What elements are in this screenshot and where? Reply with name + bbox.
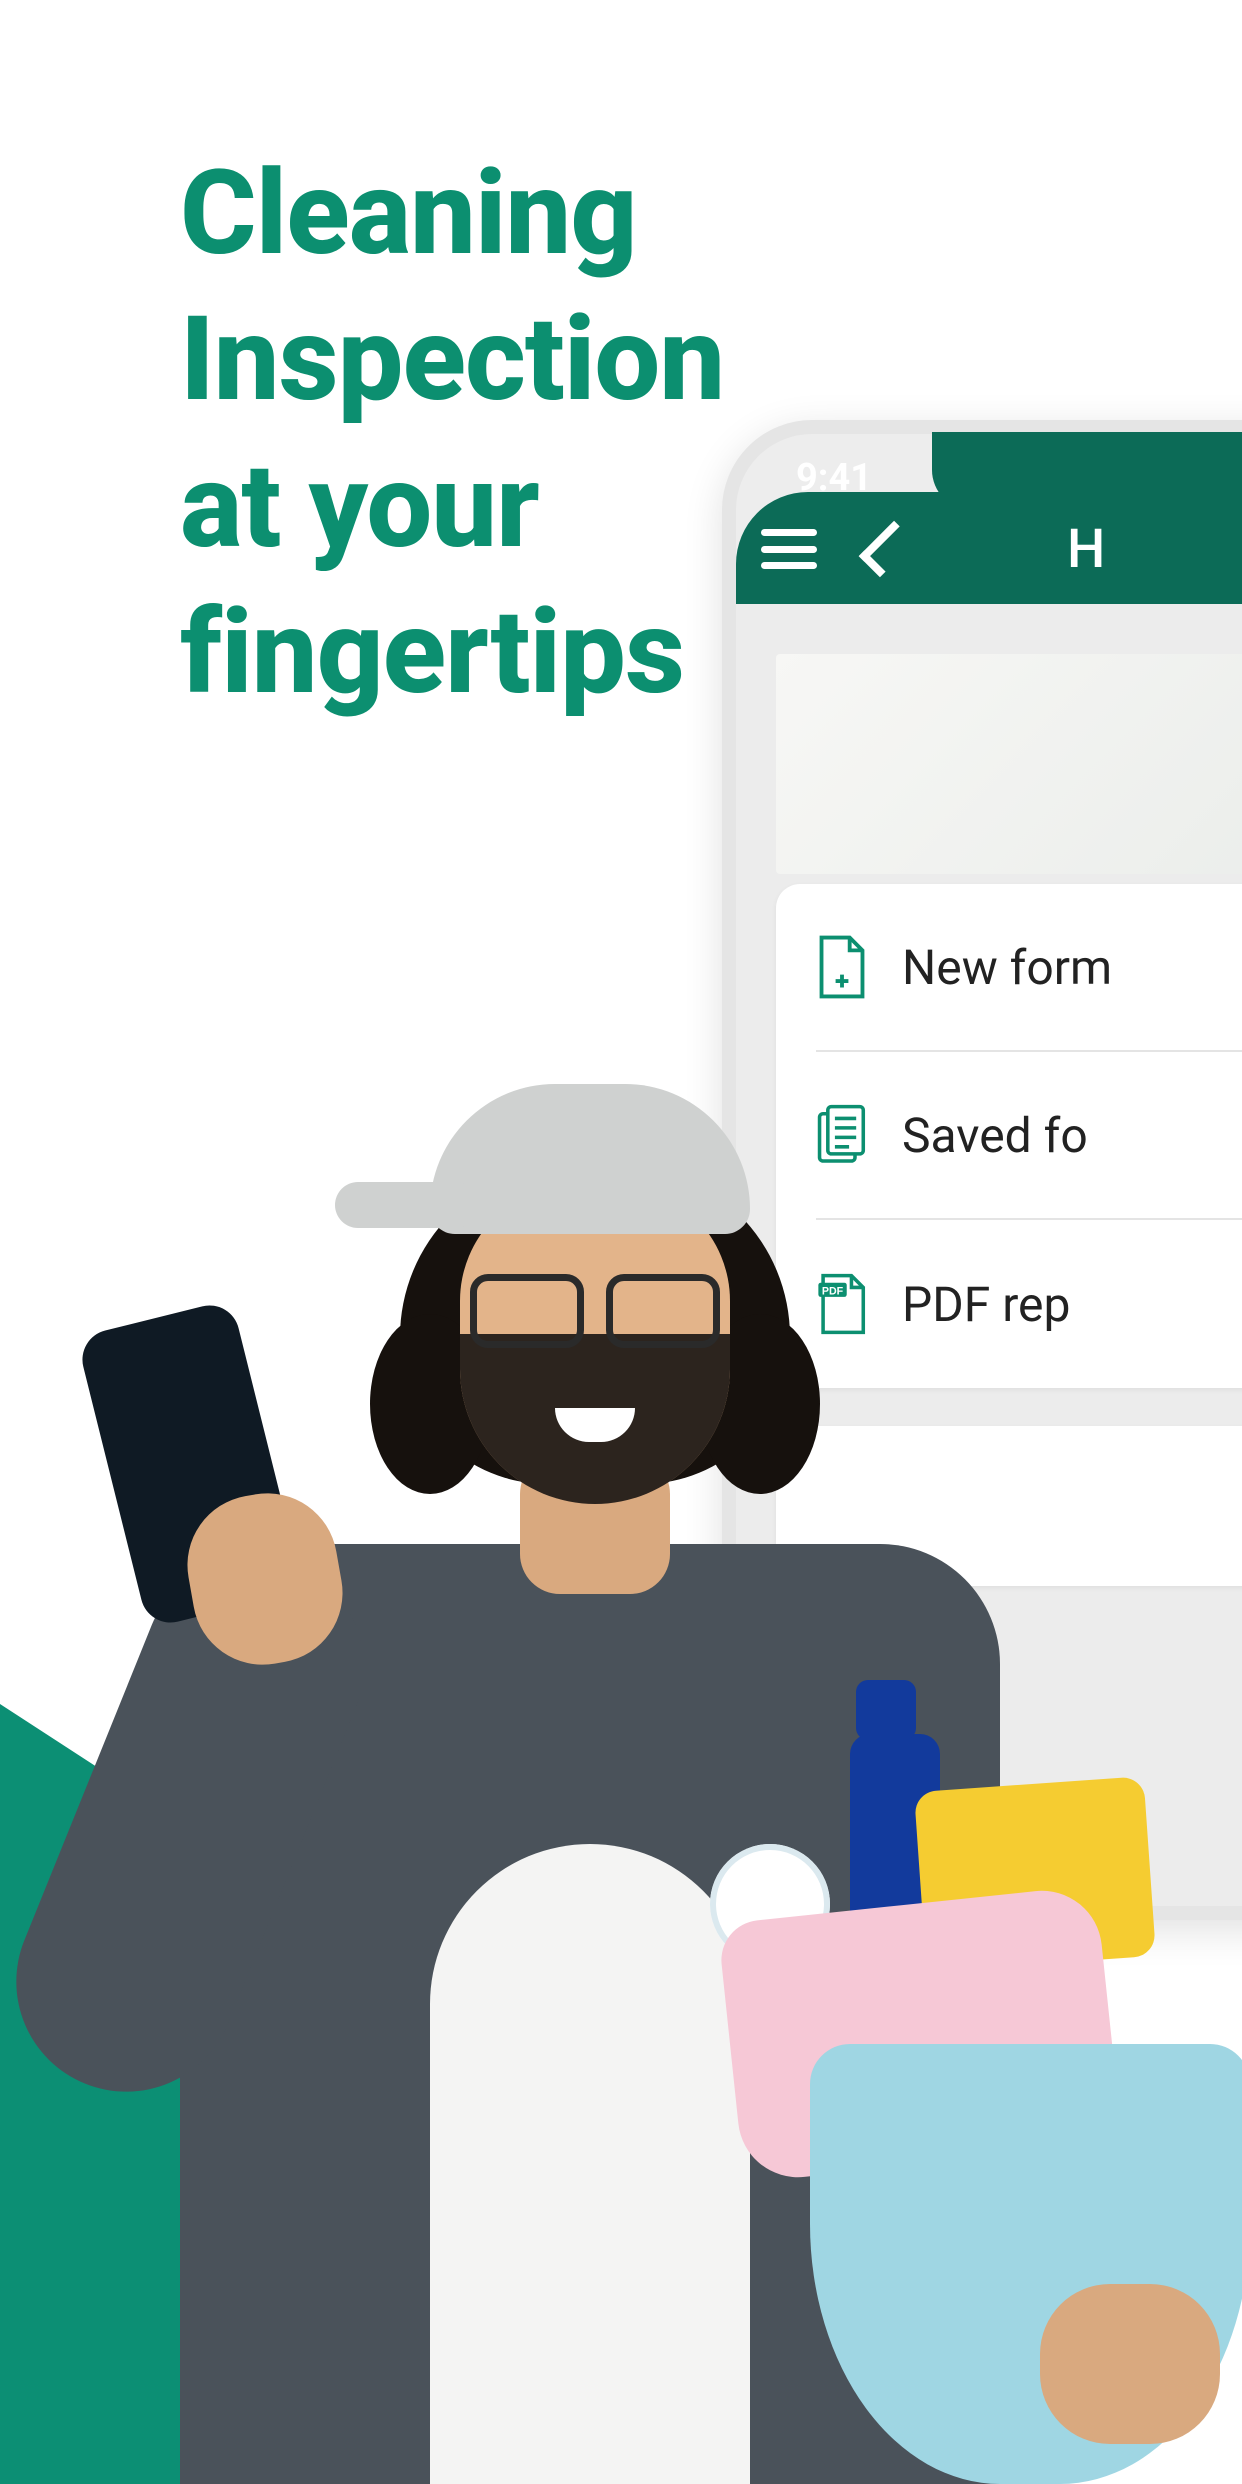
headline-line-4: fingertips bbox=[180, 583, 684, 721]
menu-icon[interactable] bbox=[761, 529, 817, 569]
hero-image bbox=[776, 654, 1242, 874]
app-bar-title: H bbox=[1067, 518, 1105, 581]
headline-line-3: at your bbox=[180, 437, 539, 575]
menu-item-new-form[interactable]: New form bbox=[816, 884, 1242, 1052]
menu-item-label: New form bbox=[902, 939, 1112, 996]
back-icon[interactable] bbox=[859, 521, 916, 578]
headline: Cleaning Inspection at your fingertips bbox=[180, 140, 724, 725]
person-photo bbox=[60, 1124, 1240, 2484]
app-bar: H bbox=[736, 492, 1242, 606]
new-form-icon bbox=[816, 935, 868, 999]
headline-line-2: Inspection bbox=[180, 290, 724, 428]
headline-line-1: Cleaning bbox=[180, 144, 636, 282]
